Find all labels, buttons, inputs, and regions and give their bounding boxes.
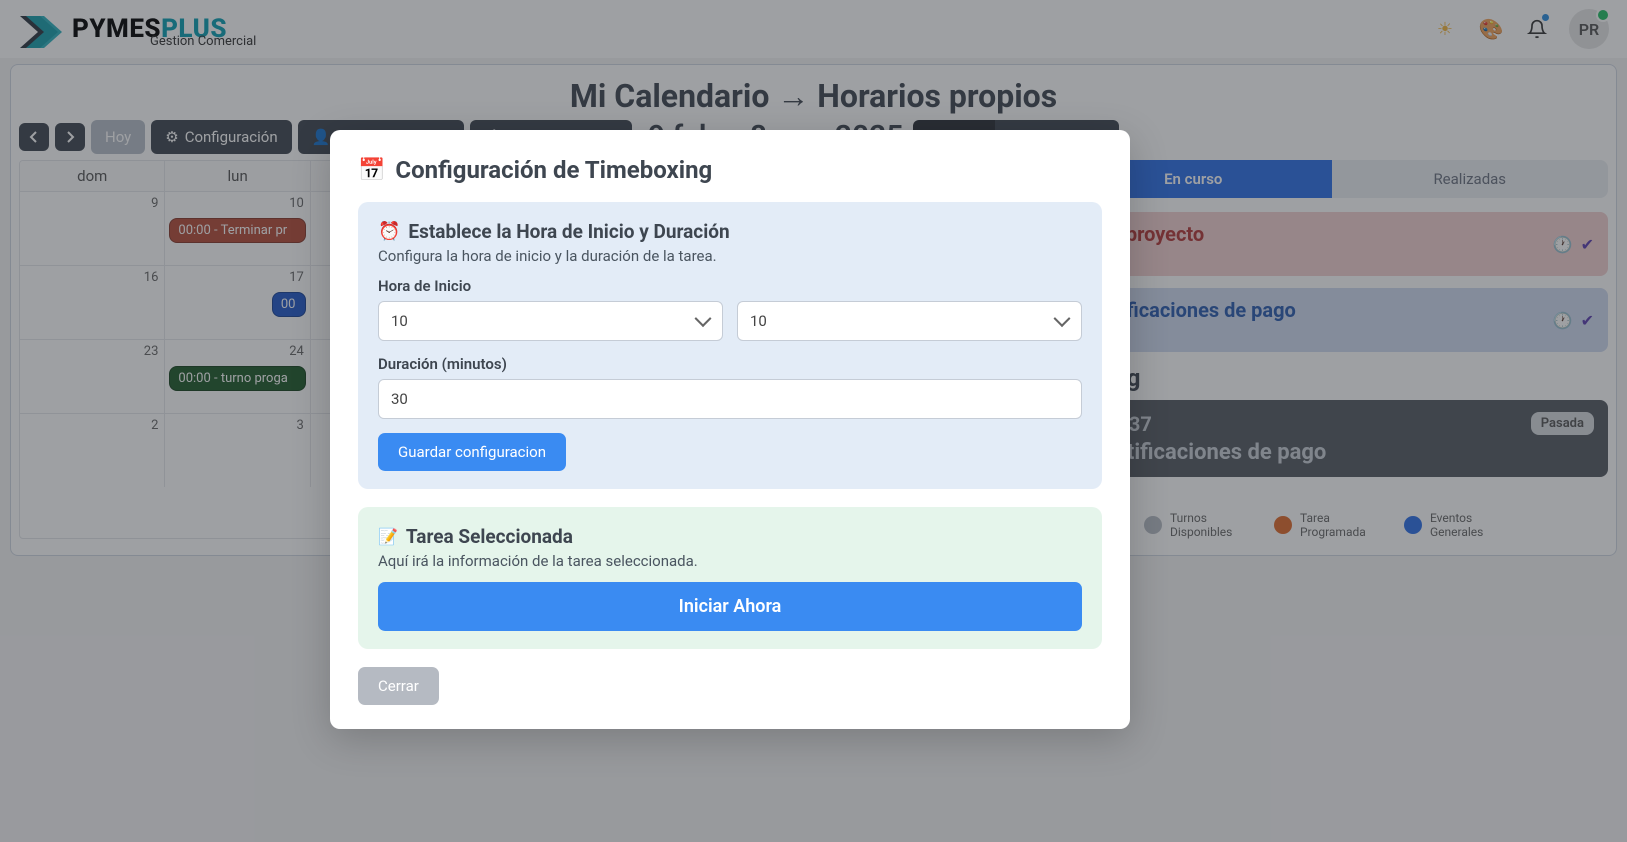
note-icon: 📝 — [378, 527, 398, 546]
selected-task-desc: Aquí irá la información de la tarea sele… — [378, 552, 1082, 570]
selected-task-card: 📝Tarea Seleccionada Aquí irá la informac… — [358, 507, 1102, 649]
close-button[interactable]: Cerrar — [358, 667, 439, 705]
timeboxing-modal: 📅 Configuración de Timeboxing ⏰Establece… — [330, 130, 1130, 729]
calendar-icon: 📅 — [358, 158, 385, 183]
start-time-label: Hora de Inicio — [378, 277, 1082, 295]
hour-select[interactable]: 10 — [378, 301, 723, 341]
modal-title: 📅 Configuración de Timeboxing — [358, 156, 1102, 184]
alarm-icon: ⏰ — [378, 221, 400, 242]
duration-input[interactable] — [378, 379, 1082, 419]
start-time-desc: Configura la hora de inicio y la duració… — [378, 247, 1082, 265]
start-now-button[interactable]: Iniciar Ahora — [378, 582, 1082, 631]
start-time-card: ⏰Establece la Hora de Inicio y Duración … — [358, 202, 1102, 489]
duration-label: Duración (minutos) — [378, 355, 1082, 373]
save-config-button[interactable]: Guardar configuracion — [378, 433, 566, 471]
minute-select[interactable]: 10 — [737, 301, 1082, 341]
